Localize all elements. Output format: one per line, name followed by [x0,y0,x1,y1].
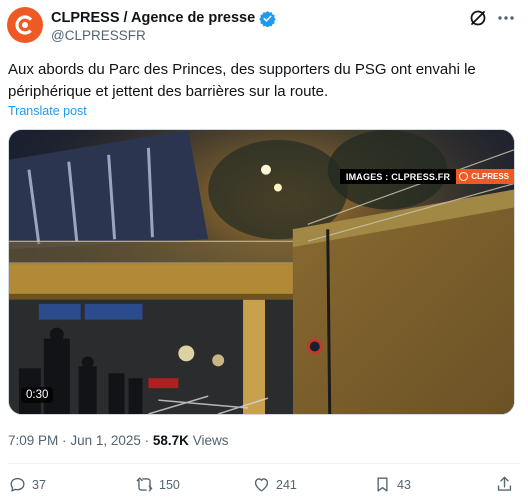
like-count: 241 [276,477,297,492]
reply-count: 37 [32,477,46,492]
verified-badge-icon [259,10,276,27]
watermark-logo-icon [459,172,469,181]
views-count[interactable]: 58.7K [153,433,189,448]
grok-button[interactable] [468,8,488,28]
author-handle[interactable]: @CLPRESSFR [51,28,146,43]
video-player[interactable]: IMAGES : CLPRESS.FR CLPRESS 0:30 [8,129,515,415]
more-icon [498,16,514,20]
meta-separator: · [144,433,150,448]
share-icon [497,476,512,491]
grok-icon [470,10,486,26]
post-date[interactable]: Jun 1, 2025 [70,433,141,448]
repost-button[interactable]: 150 [135,475,180,494]
post-text-line: Aux abords du Parc des Princes, des supp… [8,61,476,78]
translate-post-link[interactable]: Translate post [8,104,87,118]
watermark-brand: CLPRESS [456,169,514,184]
bookmark-button[interactable]: 43 [373,475,411,494]
like-button[interactable]: 241 [252,475,297,494]
bookmark-icon [377,477,388,492]
like-icon [254,478,269,492]
post-meta: 7:09 PM · Jun 1, 2025 · 58.7K Views [8,433,228,448]
divider [8,463,520,464]
meta-separator: · [62,433,67,448]
share-button[interactable] [495,475,514,494]
watermark-brand-label: CLPRESS [471,172,509,181]
action-bar: 37 150 241 43 [0,475,528,499]
views-label: Views [192,433,229,448]
watermark: IMAGES : CLPRESS.FR CLPRESS [339,169,514,184]
post-time[interactable]: 7:09 PM [8,433,58,448]
more-button[interactable] [496,8,516,28]
post-text-line: périphérique et jettent des barrières su… [8,83,329,100]
reply-button[interactable]: 37 [8,475,46,494]
watermark-text: IMAGES : CLPRESS.FR [339,169,457,184]
repost-icon [136,477,153,492]
post-text: Aux abords du Parc des Princes, des supp… [8,59,513,103]
reply-icon [10,477,25,492]
avatar-logo-icon [15,15,35,35]
author-name-row[interactable]: CLPRESS / Agence de presse [51,9,276,27]
video-duration: 0:30 [21,387,54,403]
author-name[interactable]: CLPRESS / Agence de presse [51,10,255,26]
avatar[interactable] [7,7,43,43]
repost-count: 150 [159,477,180,492]
bookmark-count: 43 [397,477,411,492]
